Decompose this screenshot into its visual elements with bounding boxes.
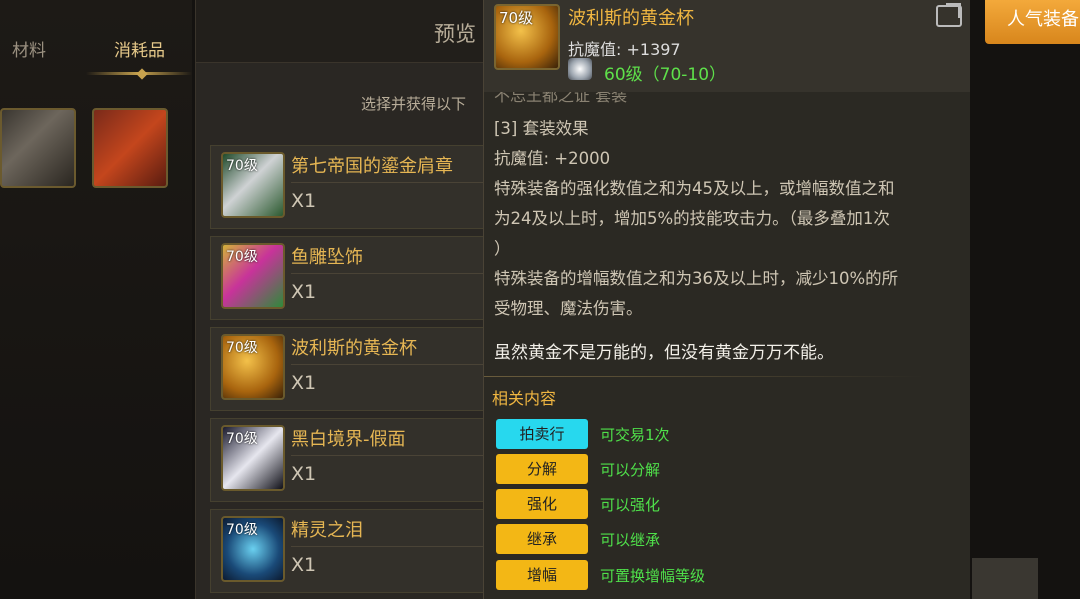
item-level: 70级	[226, 340, 258, 356]
list-item[interactable]: 70级 波利斯的黄金杯 X1	[210, 327, 498, 411]
item-quantity: X1	[291, 554, 317, 576]
tag-description: 可以分解	[600, 461, 661, 479]
confirm-button[interactable]	[972, 558, 1038, 599]
category-panel: 材料 消耗品	[0, 0, 192, 599]
set-effect-stat: 抗魔值: +2000	[494, 149, 611, 168]
effect-text: 特殊装备的强化数值之和为45及以上，或增幅数值之和	[494, 179, 895, 198]
tag-row: 分解 可以分解	[496, 454, 796, 486]
set-name-clipped: 不忘王都之证 套装	[494, 92, 628, 104]
golden-cup-icon: 70级	[221, 334, 285, 400]
epaulet-icon: 70级	[221, 152, 285, 218]
flavor-text: 虽然黄金不是万能的，但没有黄金万万不能。	[494, 343, 834, 363]
diamond-icon	[136, 68, 148, 80]
item-name: 精灵之泪	[291, 520, 363, 541]
divider	[291, 273, 491, 274]
item-quantity: X1	[291, 190, 317, 212]
mask-icon: 70级	[221, 425, 285, 491]
item-slot[interactable]	[0, 108, 76, 188]
list-item[interactable]: 70级 鱼雕坠饰 X1	[210, 236, 498, 320]
preview-title: 预览	[434, 22, 476, 46]
item-level: 70级	[226, 158, 258, 174]
item-name: 鱼雕坠饰	[291, 247, 363, 268]
related-title: 相关内容	[492, 389, 557, 408]
item-name: 第七帝国的鎏金肩章	[291, 156, 453, 177]
disassemble-tag[interactable]: 分解	[496, 454, 588, 484]
divider	[291, 364, 491, 365]
fish-pendant-icon: 70级	[221, 243, 285, 309]
inherit-tag[interactable]: 继承	[496, 524, 588, 554]
golden-cup-icon: 70级	[494, 4, 560, 70]
tab-materials[interactable]: 材料	[12, 36, 46, 61]
tag-description: 可置换增幅等级	[600, 567, 706, 585]
level-requirement: 60级（70-10）	[604, 65, 727, 85]
tag-row: 增幅 可置换增幅等级	[496, 560, 796, 592]
tag-description: 可以强化	[600, 496, 661, 514]
tag-row: 继承 可以继承	[496, 524, 796, 556]
popular-gear-button[interactable]: 人气装备	[985, 0, 1080, 44]
tag-description: 可以继承	[600, 531, 661, 549]
tag-row: 拍卖行 可交易1次	[496, 419, 796, 451]
amplify-tag[interactable]: 增幅	[496, 560, 588, 590]
list-item[interactable]: 70级 第七帝国的鎏金肩章 X1	[210, 145, 498, 229]
effect-text: 受物理、魔法伤害。	[494, 299, 643, 318]
effect-text: 特殊装备的增幅数值之和为36及以上时，减少10%的所	[494, 269, 899, 288]
diamond-gem-icon	[568, 58, 592, 80]
tooltip-stat: 抗魔值: +1397	[568, 40, 681, 59]
list-item[interactable]: 70级 精灵之泪 X1	[210, 509, 498, 593]
teardrop-gem-icon: 70级	[221, 516, 285, 582]
item-name: 波利斯的黄金杯	[291, 338, 417, 359]
set-effect-label: [3] 套装效果	[494, 119, 589, 138]
item-quantity: X1	[291, 372, 317, 394]
item-level: 70级	[226, 431, 258, 447]
divider	[291, 182, 491, 183]
item-quantity: X1	[291, 281, 317, 303]
item-level: 70级	[226, 249, 258, 265]
item-name: 黑白境界-假面	[291, 429, 406, 450]
item-slot[interactable]	[92, 108, 168, 188]
effect-text: 为24及以上时，增加5%的技能攻击力。（最多叠加1次	[494, 209, 890, 228]
divider	[291, 455, 491, 456]
list-item[interactable]: 70级 黑白境界-假面 X1	[210, 418, 498, 502]
item-level: 70级	[226, 522, 258, 538]
tab-consumables[interactable]: 消耗品	[114, 36, 165, 61]
preview-subtitle: 选择并获得以下	[361, 95, 467, 113]
item-level: 70级	[499, 9, 534, 27]
tooltip-item-name: 波利斯的黄金杯	[568, 8, 694, 29]
item-tooltip: 70级 波利斯的黄金杯 抗魔值: +1397 60级（70-10） 不忘王都之证…	[483, 0, 970, 599]
divider	[484, 376, 924, 377]
divider	[291, 546, 491, 547]
auction-tag[interactable]: 拍卖行	[496, 419, 588, 449]
preview-panel: 预览 选择并获得以下 70级 第七帝国的鎏金肩章 X1 70级 鱼雕坠饰 X1 …	[195, 0, 498, 599]
tag-row: 强化 可以强化	[496, 489, 796, 521]
item-quantity: X1	[291, 463, 317, 485]
tag-description: 可交易1次	[600, 426, 670, 444]
effect-text: ）	[494, 239, 511, 258]
reinforce-tag[interactable]: 强化	[496, 489, 588, 519]
share-icon[interactable]	[936, 3, 962, 27]
